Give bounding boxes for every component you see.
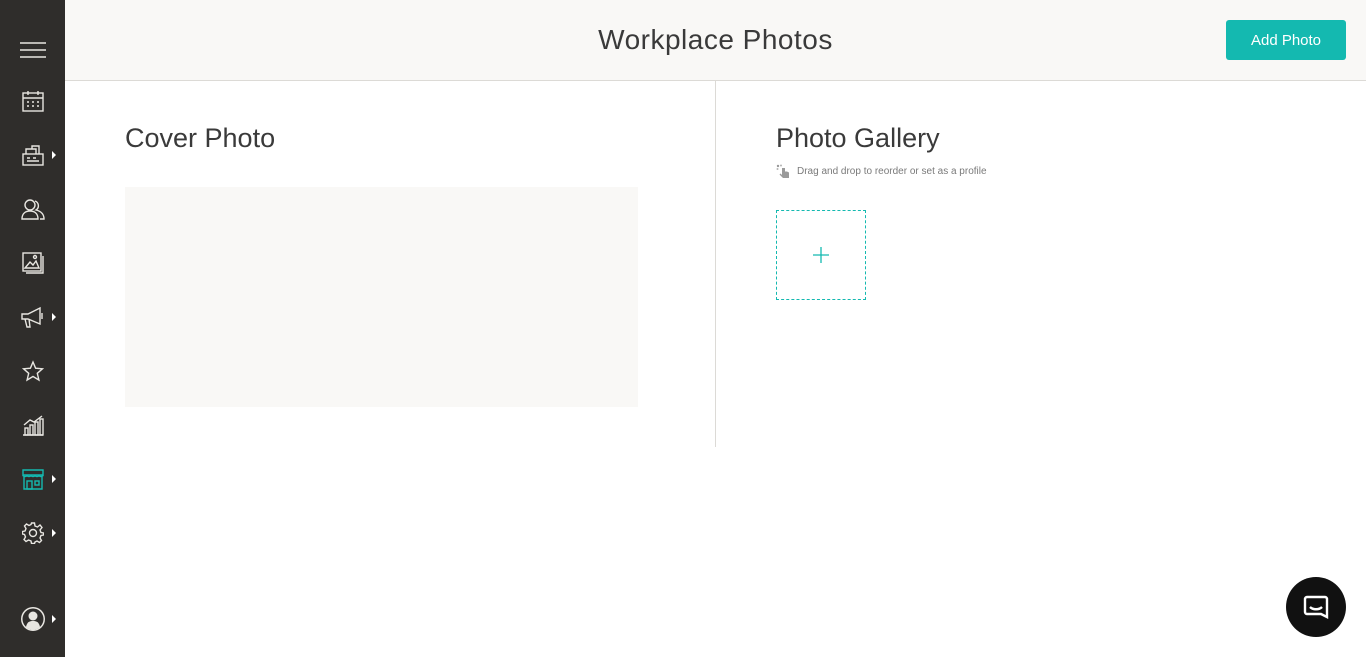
submenu-caret-icon [52,313,56,321]
hand-pointer-icon [776,164,789,178]
sidebar-item-reports[interactable] [0,405,65,445]
header-bar: Workplace Photos Add Photo [65,0,1366,81]
sidebar-item-settings[interactable] [0,513,65,553]
gallery-hint: Drag and drop to reorder or set as a pro… [776,163,987,179]
sidebar-item-photos[interactable] [0,243,65,283]
sidebar [0,0,65,657]
photos-icon [21,252,44,274]
sidebar-item-users[interactable] [0,189,65,229]
sidebar-item-calendar[interactable] [0,81,65,121]
sidebar-item-reviews[interactable] [0,351,65,391]
star-icon [21,360,44,382]
menu-icon [19,42,46,58]
submenu-caret-icon [52,529,56,537]
chat-launcher-button[interactable] [1286,577,1346,637]
sidebar-item-profile[interactable] [0,599,65,639]
profile-icon [20,607,45,631]
column-divider [715,81,716,447]
chat-icon [1303,595,1329,619]
cover-photo-dropzone[interactable] [125,187,638,407]
submenu-caret-icon [52,615,56,623]
submenu-caret-icon [52,475,56,483]
add-gallery-photo-tile[interactable] [776,210,866,300]
menu-button[interactable] [0,30,65,70]
users-icon [20,199,45,220]
photo-gallery-title: Photo Gallery [776,123,940,153]
sidebar-item-marketing[interactable] [0,297,65,337]
sidebar-item-register[interactable] [0,135,65,175]
gallery-hint-text: Drag and drop to reorder or set as a pro… [797,165,987,177]
register-icon [21,145,44,166]
chart-icon [22,415,44,436]
submenu-caret-icon [52,151,56,159]
sidebar-item-storefront[interactable] [0,459,65,499]
add-photo-button[interactable]: Add Photo [1226,20,1346,60]
gear-icon [21,522,44,544]
calendar-icon [21,91,44,112]
plus-icon [813,247,829,263]
cover-photo-title: Cover Photo [125,123,276,153]
storefront-icon [21,469,44,490]
megaphone-icon [20,306,43,328]
page-title: Workplace Photos [598,24,833,55]
